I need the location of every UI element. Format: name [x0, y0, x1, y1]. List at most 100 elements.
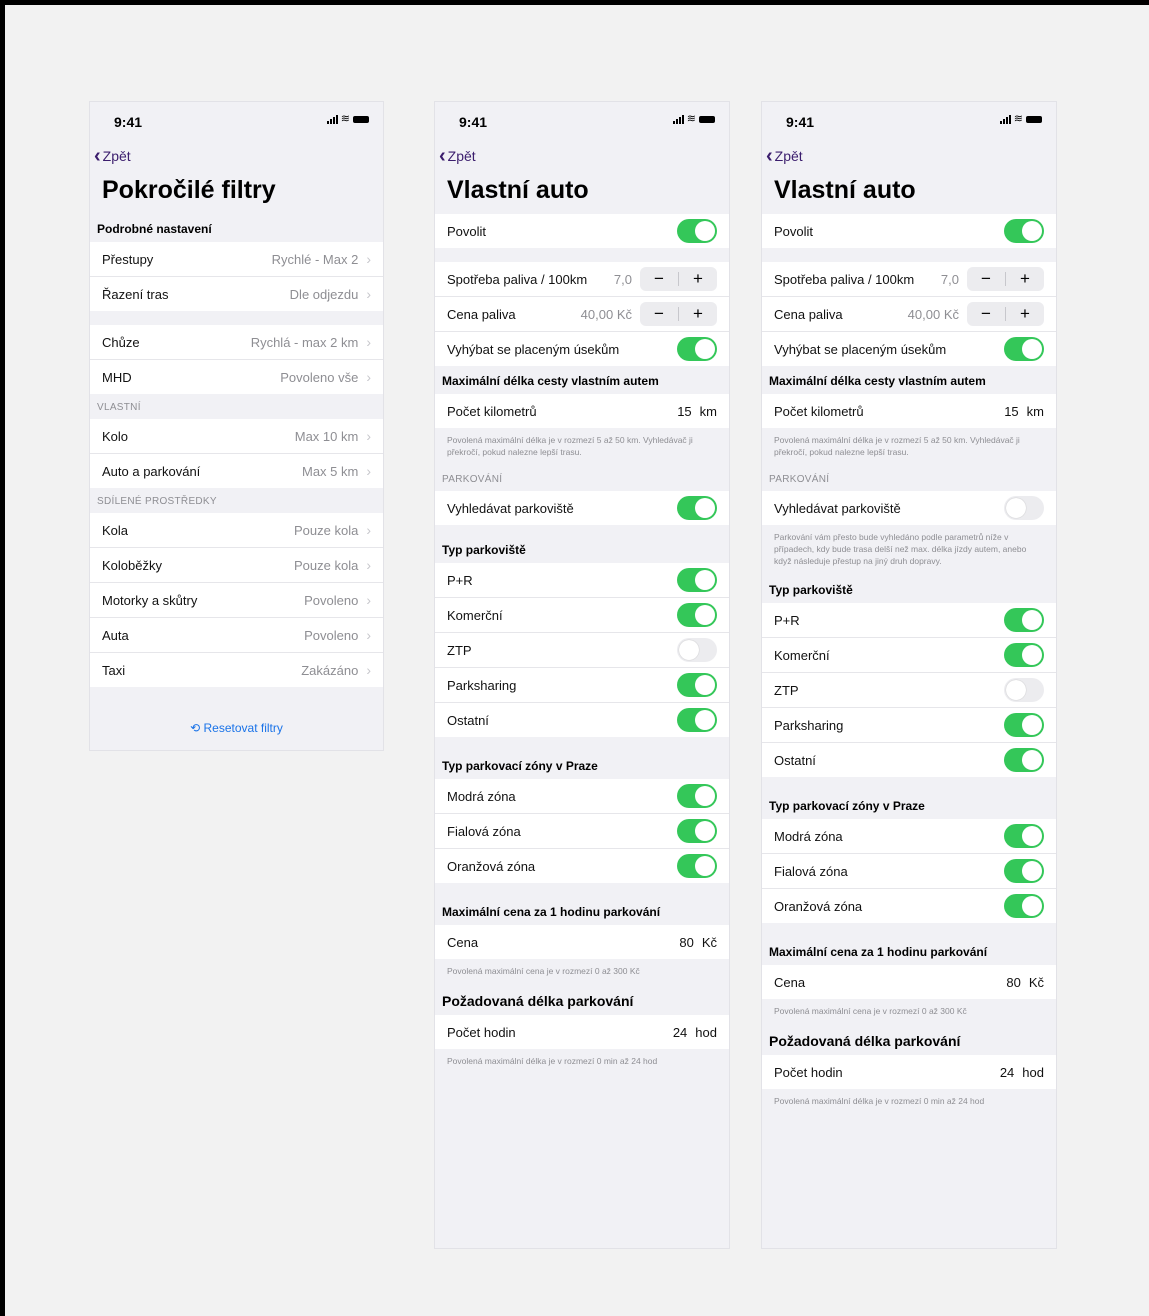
row-transfers[interactable]: Přestupy Rychlé - Max 2 › [90, 242, 383, 277]
zone-toggle[interactable] [1004, 859, 1044, 883]
row-sort[interactable]: Řazení tras Dle odjezdu › [90, 277, 383, 311]
row-cars[interactable]: Auta Povoleno › [90, 618, 383, 653]
fuel-stepper[interactable]: − + [640, 267, 717, 291]
plus-icon[interactable]: + [1006, 267, 1044, 291]
parking-type-toggle[interactable] [1004, 748, 1044, 772]
row-zone: Oranžová zóna [435, 849, 729, 883]
row-car-parking[interactable]: Auto a parkování Max 5 km › [90, 454, 383, 488]
parking-type-toggle[interactable] [677, 708, 717, 732]
row-price[interactable]: Cena 80 Kč [762, 965, 1056, 999]
status-bar: 9:41 ≋ [90, 102, 383, 142]
hours-note: Povolená maximální délka je v rozmezí 0 … [774, 1096, 985, 1106]
plus-icon[interactable]: + [679, 267, 717, 291]
row-label: ZTP [447, 642, 472, 658]
search-parking-toggle[interactable] [1004, 496, 1044, 520]
back-button[interactable]: ‹ Zpět [435, 142, 729, 170]
section-header: Typ parkoviště [442, 543, 526, 557]
section-header: Maximální délka cesty vlastním autem [769, 374, 986, 388]
parking-type-toggle[interactable] [1004, 678, 1044, 702]
row-zone: Modrá zóna [435, 779, 729, 814]
minus-icon[interactable]: − [967, 267, 1005, 291]
price-per-hour: 80 [679, 934, 694, 950]
row-hours[interactable]: Počet hodin 24 hod [762, 1055, 1056, 1089]
screen-own-car-parking-off: 9:41 ≋ ‹ Zpět Vlastní auto Povolit Spotřeba… [761, 101, 1057, 1249]
minus-icon[interactable]: − [640, 302, 678, 326]
row-bike[interactable]: Kolo Max 10 km › [90, 419, 383, 454]
settings-group: Chůze Rychlá - max 2 km › MHD Povoleno vše › [90, 325, 383, 394]
screen-advanced-filters: 9:41 ≋ ‹ Zpět Pokročilé filtry Podrobné n… [89, 101, 384, 751]
avoid-toll-toggle[interactable] [677, 337, 717, 361]
back-button[interactable]: ‹ Zpět [90, 142, 383, 170]
section-header: VLASTNÍ [97, 402, 141, 413]
enable-toggle[interactable] [677, 219, 717, 243]
parking-type-toggle[interactable] [1004, 713, 1044, 737]
row-parking-type: Komerční [762, 638, 1056, 673]
row-label: Spotřeba paliva / 100km [774, 271, 915, 287]
row-label: Koloběžky [102, 557, 162, 573]
plus-icon[interactable]: + [679, 302, 717, 326]
settings-group: Cena 80 Kč [762, 965, 1056, 999]
back-label: Zpět [102, 148, 131, 164]
fuel-stepper[interactable]: − + [967, 267, 1044, 291]
minus-icon[interactable]: − [967, 302, 1005, 326]
chevron-left-icon: ‹ [766, 145, 773, 167]
reset-filters-button[interactable]: ⟲ Resetovat filtry [90, 687, 383, 735]
row-km[interactable]: Počet kilometrů 15 km [435, 394, 729, 428]
row-parking-type: Parksharing [762, 708, 1056, 743]
reset-icon: ⟲ [190, 721, 201, 735]
zone-toggle[interactable] [677, 854, 717, 878]
zone-toggle[interactable] [1004, 894, 1044, 918]
parking-type-toggle[interactable] [677, 673, 717, 697]
row-label: ZTP [774, 682, 799, 698]
parking-type-toggle[interactable] [677, 638, 717, 662]
parking-type-toggle[interactable] [1004, 608, 1044, 632]
row-parking-type: P+R [435, 563, 729, 598]
parking-type-toggle[interactable] [677, 568, 717, 592]
row-parking-type: ZTP [435, 633, 729, 668]
row-label: P+R [774, 612, 800, 628]
km-note: Povolená maximální délka je v rozmezí 5 … [774, 435, 1020, 457]
row-public-transport[interactable]: MHD Povoleno vše › [90, 360, 383, 394]
row-label: Oranžová zóna [447, 858, 536, 874]
section-header: Typ parkovací zóny v Praze [442, 759, 598, 773]
back-button[interactable]: ‹ Zpět [762, 142, 1056, 170]
parking-type-toggle[interactable] [677, 603, 717, 627]
row-avoid-toll: Vyhýbat se placeným úsekům [435, 332, 729, 366]
row-label: Fialová zóna [774, 863, 848, 879]
section-header: Maximální délka cesty vlastním autem [442, 374, 659, 388]
row-motorbikes[interactable]: Motorky a skůtry Povoleno › [90, 583, 383, 618]
row-value: Pouze kola [294, 522, 359, 538]
parking-type-toggle[interactable] [1004, 643, 1044, 667]
row-shared-bikes[interactable]: Kola Pouze kola › [90, 513, 383, 548]
page-title: Vlastní auto [774, 176, 916, 204]
row-parking-type: Komerční [435, 598, 729, 633]
row-walking[interactable]: Chůze Rychlá - max 2 km › [90, 325, 383, 360]
row-value: Povoleno [304, 627, 359, 643]
price-stepper[interactable]: − + [640, 302, 717, 326]
row-price[interactable]: Cena 80 Kč [435, 925, 729, 959]
search-parking-toggle[interactable] [677, 496, 717, 520]
zone-toggle[interactable] [1004, 824, 1044, 848]
row-enable: Povolit [435, 214, 729, 248]
plus-icon[interactable]: + [1006, 302, 1044, 326]
row-fuel-price: Cena paliva 40,00 Kč − + [435, 297, 729, 332]
settings-group: P+R Komerční ZTP Parksharing Ostatní [762, 603, 1056, 777]
row-label: Počet hodin [774, 1064, 843, 1080]
wifi-icon: ≋ [340, 113, 350, 125]
row-label: Modrá zóna [447, 788, 516, 804]
battery-icon [353, 115, 369, 123]
wifi-icon: ≋ [1013, 113, 1023, 125]
minus-icon[interactable]: − [640, 267, 678, 291]
zone-toggle[interactable] [677, 819, 717, 843]
zone-toggle[interactable] [677, 784, 717, 808]
chevron-right-icon: › [366, 662, 371, 678]
settings-group: Kola Pouze kola › Koloběžky Pouze kola › Mot… [90, 513, 383, 687]
row-km[interactable]: Počet kilometrů 15 km [762, 394, 1056, 428]
settings-group: Spotřeba paliva / 100km 7,0− + Cena paliva… [762, 262, 1056, 366]
row-hours[interactable]: Počet hodin 24 hod [435, 1015, 729, 1049]
row-scooters[interactable]: Koloběžky Pouze kola › [90, 548, 383, 583]
avoid-toll-toggle[interactable] [1004, 337, 1044, 361]
enable-toggle[interactable] [1004, 219, 1044, 243]
row-taxi[interactable]: Taxi Zakázáno › [90, 653, 383, 687]
price-stepper[interactable]: − + [967, 302, 1044, 326]
